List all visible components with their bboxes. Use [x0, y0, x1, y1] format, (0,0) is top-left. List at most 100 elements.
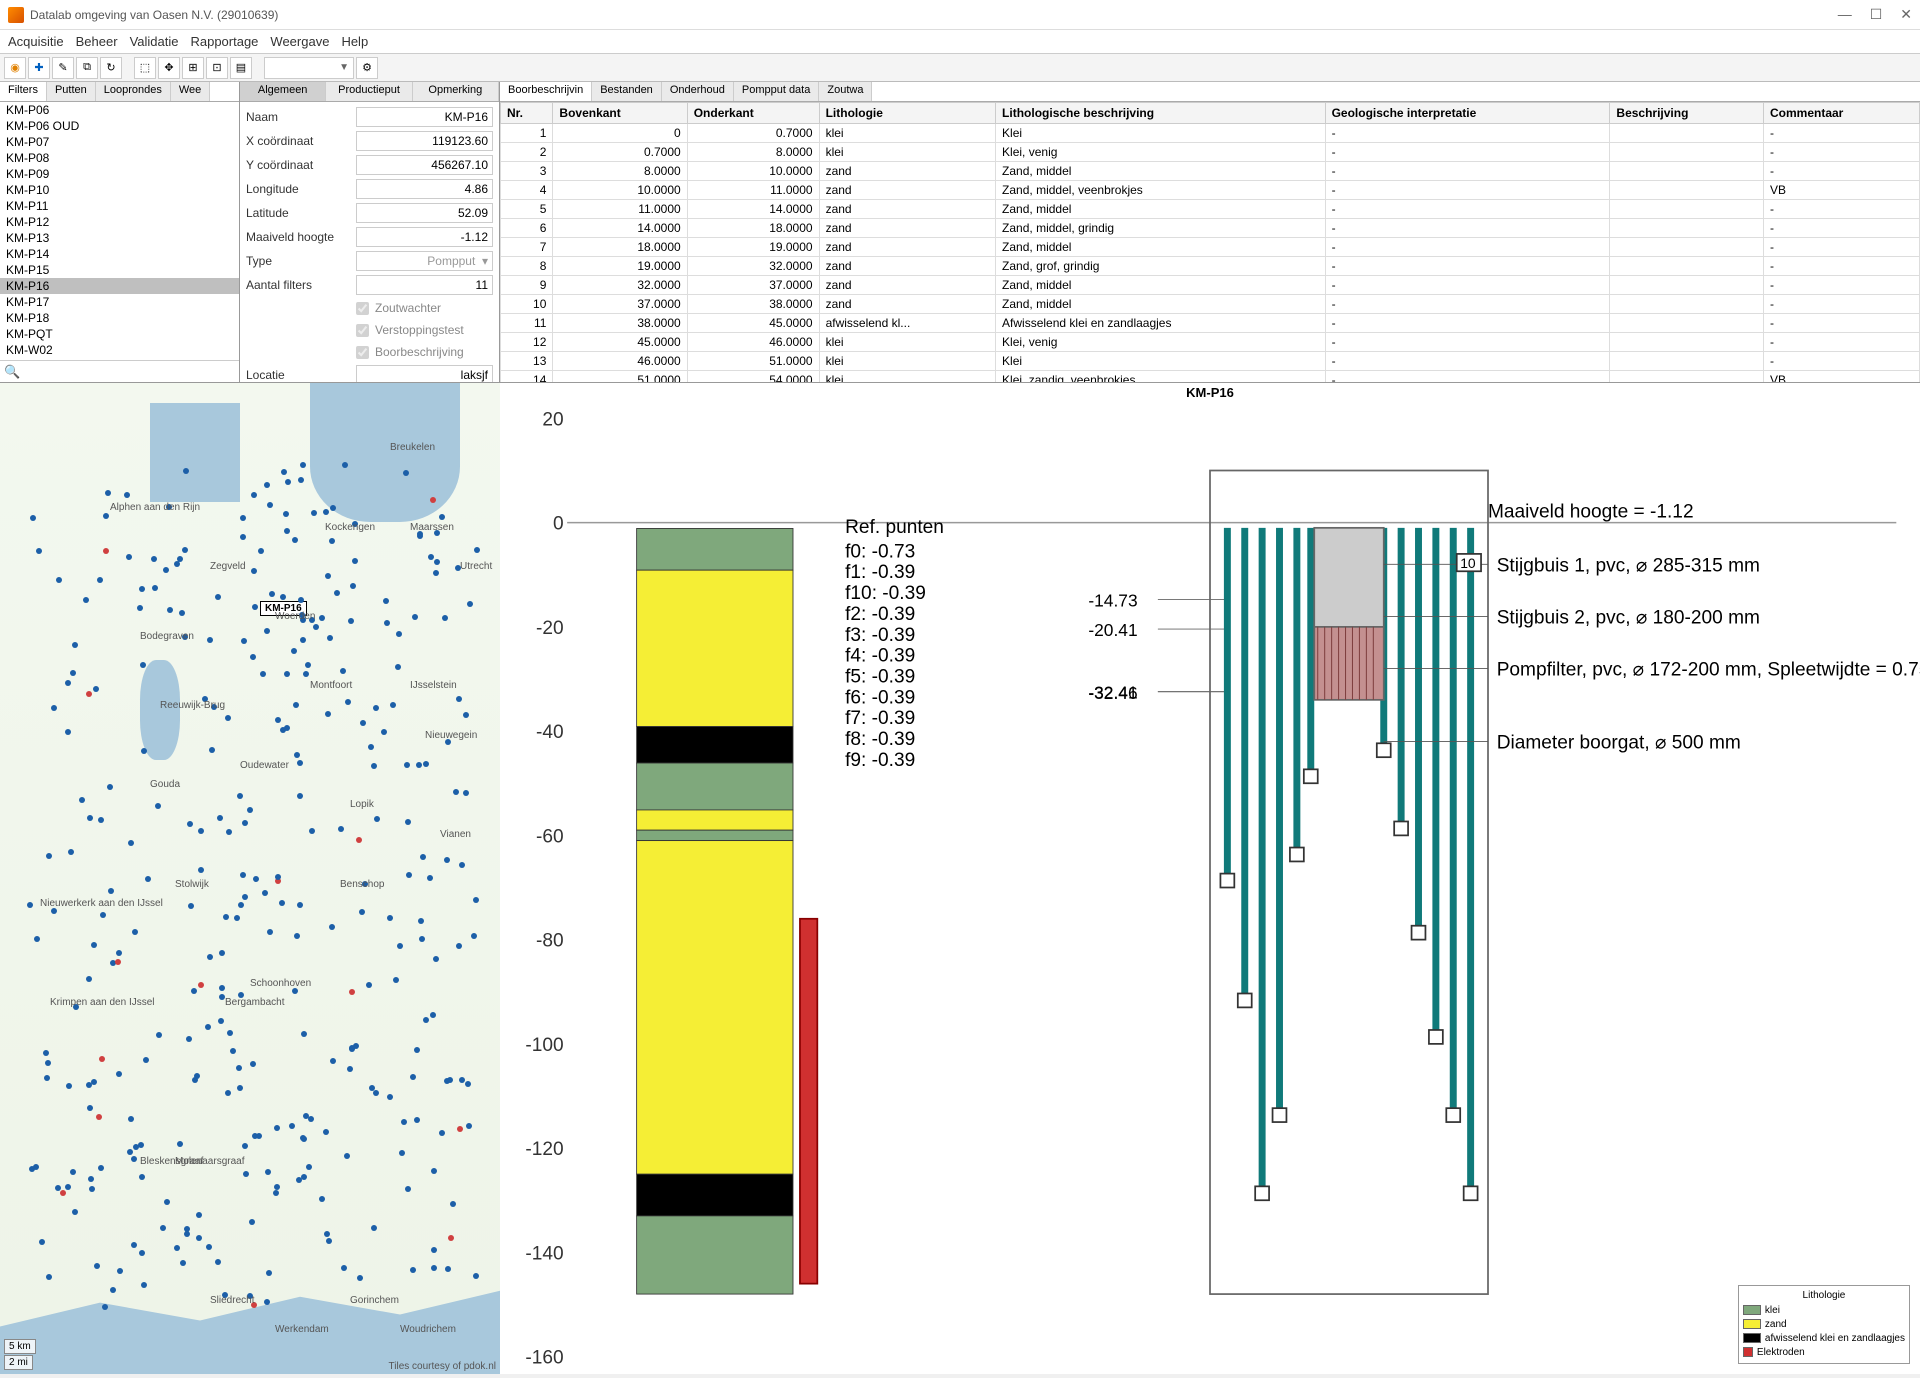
- map-well-dot[interactable]: [419, 936, 425, 942]
- val-y[interactable]: 456267.10: [356, 155, 493, 175]
- map-well-dot[interactable]: [215, 594, 221, 600]
- table-row[interactable]: 410.000011.0000zandZand, middel, veenbro…: [501, 181, 1920, 200]
- table-row[interactable]: 614.000018.0000zandZand, middel, grindig…: [501, 219, 1920, 238]
- map-well-dot[interactable]: [100, 912, 106, 918]
- map-well-dot[interactable]: [298, 477, 304, 483]
- map-well-dot[interactable]: [115, 959, 121, 965]
- tab-bestanden[interactable]: Bestanden: [592, 82, 662, 101]
- map-well-dot[interactable]: [459, 1077, 465, 1083]
- map-well-dot[interactable]: [88, 1176, 94, 1182]
- map-well-dot[interactable]: [371, 1225, 377, 1231]
- map-well-dot[interactable]: [70, 670, 76, 676]
- col-header[interactable]: Beschrijving: [1610, 103, 1764, 124]
- map-well-dot[interactable]: [324, 1231, 330, 1237]
- map-well-dot[interactable]: [155, 803, 161, 809]
- map-well-dot[interactable]: [327, 635, 333, 641]
- map-well-dot[interactable]: [139, 586, 145, 592]
- map-well-dot[interactable]: [404, 762, 410, 768]
- map-well-dot[interactable]: [240, 872, 246, 878]
- map-well-dot[interactable]: [319, 615, 325, 621]
- map-well-dot[interactable]: [27, 902, 33, 908]
- map-well-dot[interactable]: [33, 1164, 39, 1170]
- well-item[interactable]: KM-P10: [0, 182, 239, 198]
- well-item[interactable]: KM-P17: [0, 294, 239, 310]
- tb-grid-icon[interactable]: ⊞: [182, 57, 204, 79]
- map-well-dot[interactable]: [431, 1168, 437, 1174]
- map-well-dot[interactable]: [219, 985, 225, 991]
- map-well-dot[interactable]: [275, 717, 281, 723]
- tb-refresh-icon[interactable]: ↻: [100, 57, 122, 79]
- map-well-dot[interactable]: [466, 1123, 472, 1129]
- map-well-dot[interactable]: [374, 816, 380, 822]
- map-well-dot[interactable]: [198, 867, 204, 873]
- map-well-dot[interactable]: [395, 664, 401, 670]
- map-well-dot[interactable]: [264, 628, 270, 634]
- map-well-dot[interactable]: [152, 585, 158, 591]
- map-well-dot[interactable]: [249, 1219, 255, 1225]
- map-well-dot[interactable]: [292, 537, 298, 543]
- val-lon[interactable]: 4.86: [356, 179, 493, 199]
- map-well-dot[interactable]: [373, 705, 379, 711]
- map-well-dot[interactable]: [319, 1196, 325, 1202]
- map-well-dot[interactable]: [44, 1075, 50, 1081]
- map-well-dot[interactable]: [406, 872, 412, 878]
- well-item[interactable]: KM-P07: [0, 134, 239, 150]
- map-well-dot[interactable]: [387, 1094, 393, 1100]
- map-well-dot[interactable]: [267, 502, 273, 508]
- map-well-dot[interactable]: [86, 976, 92, 982]
- map-well-dot[interactable]: [297, 760, 303, 766]
- map-well-dot[interactable]: [283, 511, 289, 517]
- map-well-dot[interactable]: [473, 897, 479, 903]
- tab-algemeen[interactable]: Algemeen: [240, 82, 326, 101]
- map-well-dot[interactable]: [225, 1090, 231, 1096]
- map-well-dot[interactable]: [184, 1231, 190, 1237]
- col-header[interactable]: Nr.: [501, 103, 553, 124]
- map-well-dot[interactable]: [242, 1143, 248, 1149]
- map-well-dot[interactable]: [403, 470, 409, 476]
- val-type[interactable]: Pompput ▾: [356, 251, 493, 271]
- map-well-dot[interactable]: [294, 933, 300, 939]
- map-well-dot[interactable]: [323, 509, 329, 515]
- menu-weergave[interactable]: Weergave: [270, 34, 329, 49]
- map-panel[interactable]: KM-P16 Alphen aan den RijnBodegravenWoer…: [0, 382, 500, 1374]
- map-well-dot[interactable]: [128, 1116, 134, 1122]
- table-row[interactable]: 1346.000051.0000kleiKlei--: [501, 352, 1920, 371]
- map-well-dot[interactable]: [188, 903, 194, 909]
- map-well-dot[interactable]: [325, 711, 331, 717]
- val-x[interactable]: 119123.60: [356, 131, 493, 151]
- map-well-dot[interactable]: [418, 918, 424, 924]
- map-well-dot[interactable]: [99, 1056, 105, 1062]
- map-well-dot[interactable]: [323, 1129, 329, 1135]
- well-item[interactable]: KM-P16: [0, 278, 239, 294]
- map-well-dot[interactable]: [279, 900, 285, 906]
- map-well-dot[interactable]: [430, 497, 436, 503]
- map-well-dot[interactable]: [399, 1150, 405, 1156]
- map-well-dot[interactable]: [43, 1050, 49, 1056]
- map-well-dot[interactable]: [240, 534, 246, 540]
- map-well-dot[interactable]: [237, 793, 243, 799]
- table-row[interactable]: 20.70008.0000kleiKlei, venig--: [501, 143, 1920, 162]
- tb-dropdown[interactable]: ▼: [264, 57, 354, 79]
- map-well-dot[interactable]: [439, 514, 445, 520]
- map-well-dot[interactable]: [107, 784, 113, 790]
- map-well-dot[interactable]: [128, 840, 134, 846]
- table-row[interactable]: 718.000019.0000zandZand, middel--: [501, 238, 1920, 257]
- map-well-dot[interactable]: [139, 1174, 145, 1180]
- tab-filters[interactable]: Filters: [0, 82, 47, 101]
- lithology-table[interactable]: Nr.BovenkantOnderkantLithologieLithologi…: [500, 102, 1920, 382]
- map-well-dot[interactable]: [387, 915, 393, 921]
- map-well-dot[interactable]: [65, 1184, 71, 1190]
- table-row[interactable]: 1451.000054.0000kleiKlei, zandig, veenbr…: [501, 371, 1920, 383]
- map-well-dot[interactable]: [313, 624, 319, 630]
- map-well-dot[interactable]: [179, 610, 185, 616]
- map-well-dot[interactable]: [205, 1024, 211, 1030]
- map-well-dot[interactable]: [70, 1169, 76, 1175]
- map-well-dot[interactable]: [450, 1201, 456, 1207]
- map-well-dot[interactable]: [177, 1141, 183, 1147]
- tab-putten[interactable]: Putten: [47, 82, 96, 101]
- map-well-dot[interactable]: [264, 1299, 270, 1305]
- map-well-dot[interactable]: [284, 528, 290, 534]
- map-well-dot[interactable]: [72, 1209, 78, 1215]
- map-well-dot[interactable]: [46, 853, 52, 859]
- map-well-dot[interactable]: [309, 828, 315, 834]
